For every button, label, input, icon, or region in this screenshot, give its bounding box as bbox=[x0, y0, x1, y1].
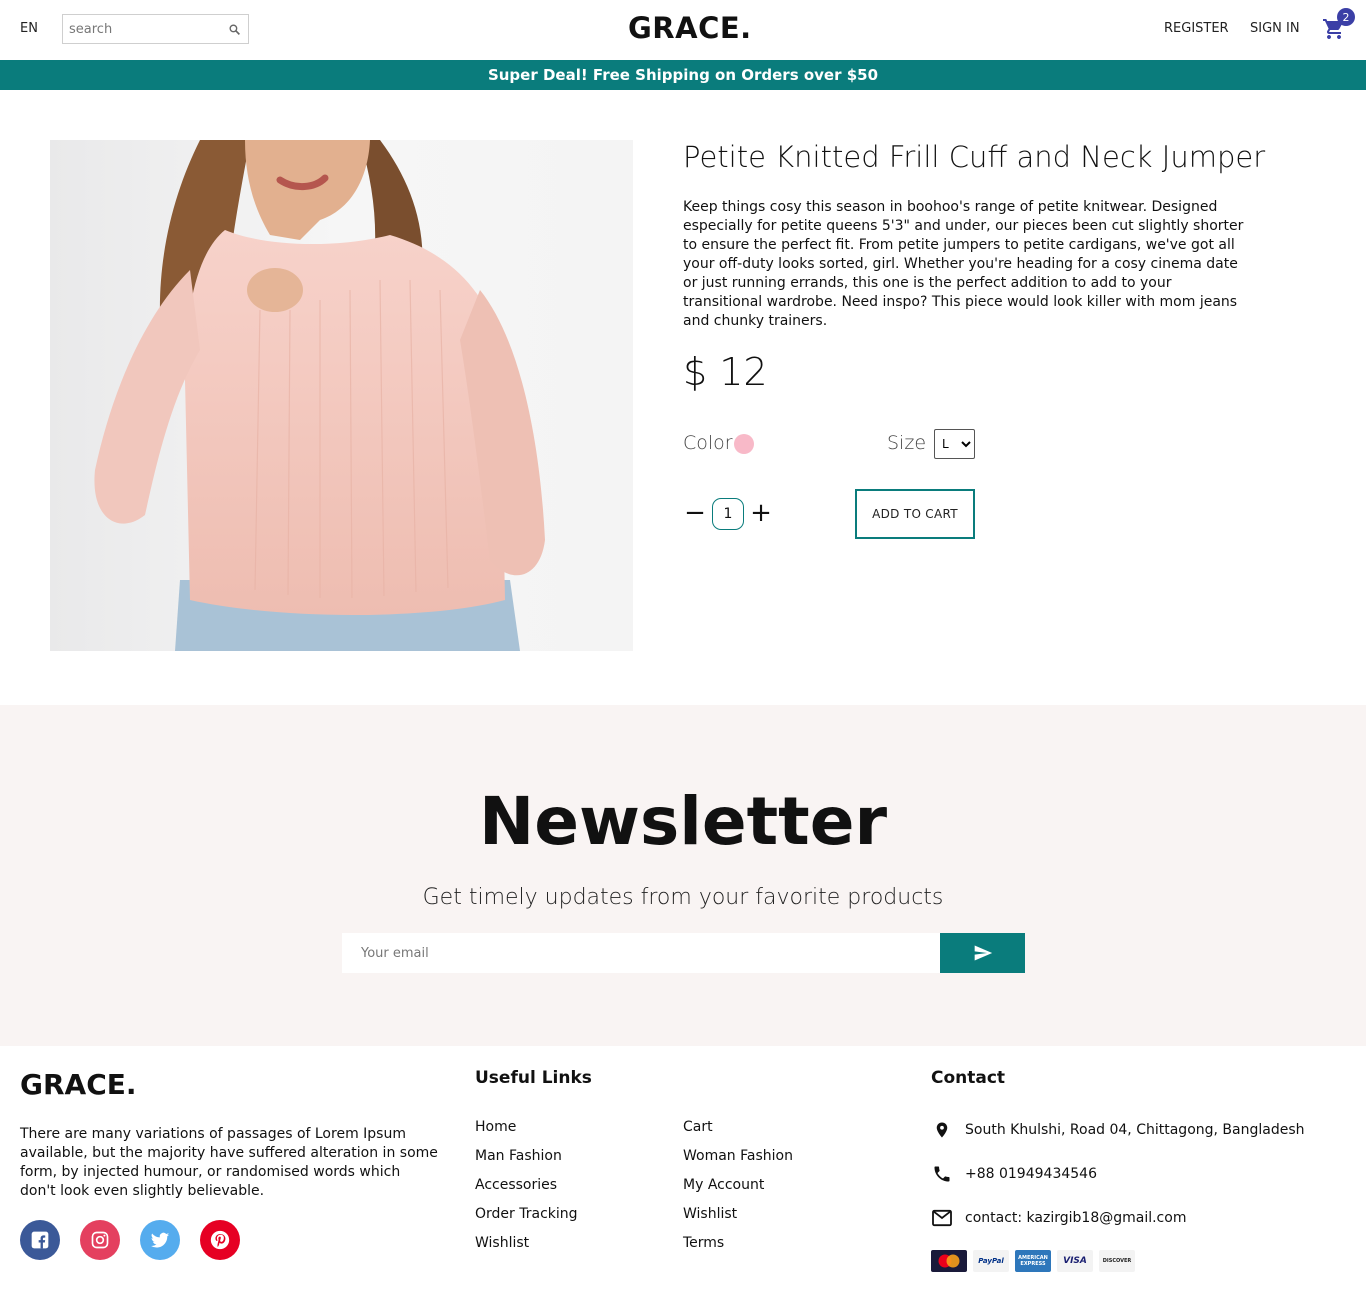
discover-icon: DISCOVER bbox=[1099, 1250, 1135, 1272]
footer-link-home[interactable]: Home bbox=[475, 1119, 516, 1135]
quantity-decrease-button[interactable]: − bbox=[683, 500, 707, 528]
email-text: contact: kazirgib18@gmail.com bbox=[965, 1210, 1187, 1226]
mastercard-icon bbox=[931, 1250, 967, 1272]
instagram-icon bbox=[91, 1231, 109, 1249]
newsletter-send-button[interactable] bbox=[940, 933, 1025, 973]
send-icon bbox=[974, 945, 992, 961]
product-description: Keep things cosy this season in boohoo's… bbox=[683, 199, 1244, 329]
pinterest-button[interactable] bbox=[200, 1220, 240, 1260]
footer-link-accessories[interactable]: Accessories bbox=[475, 1177, 557, 1193]
color-label: Color bbox=[683, 432, 733, 454]
contact-email: contact: kazirgib18@gmail.com bbox=[931, 1207, 1186, 1229]
contact-address: South Khulshi, Road 04, Chittagong, Bang… bbox=[931, 1119, 1305, 1141]
newsletter-title: Newsletter bbox=[478, 783, 888, 860]
facebook-icon bbox=[31, 1231, 49, 1249]
pinterest-icon bbox=[210, 1230, 230, 1250]
twitter-button[interactable] bbox=[140, 1220, 180, 1260]
size-select[interactable]: L bbox=[934, 429, 975, 459]
twitter-icon bbox=[150, 1232, 170, 1248]
footer-link-man-fashion[interactable]: Man Fashion bbox=[475, 1148, 562, 1164]
facebook-button[interactable] bbox=[20, 1220, 60, 1260]
footer-link-terms[interactable]: Terms bbox=[683, 1235, 724, 1251]
product-title: Petite Knitted Frill Cuff and Neck Jumpe… bbox=[683, 140, 1266, 174]
footer-link-wishlist[interactable]: Wishlist bbox=[475, 1235, 529, 1251]
language-selector[interactable]: EN bbox=[20, 21, 38, 36]
contact-heading: Contact bbox=[931, 1068, 1006, 1088]
search-box[interactable] bbox=[62, 14, 249, 44]
useful-links-heading: Useful Links bbox=[475, 1068, 592, 1088]
footer-link-wishlist-2[interactable]: Wishlist bbox=[683, 1206, 737, 1222]
navbar: EN GRACE. REGISTER SIGN IN 2 bbox=[0, 0, 1366, 60]
product-image bbox=[50, 140, 633, 651]
phone-icon bbox=[931, 1163, 953, 1185]
mail-icon bbox=[931, 1207, 953, 1229]
footer-link-my-account[interactable]: My Account bbox=[683, 1177, 764, 1193]
address-text: South Khulshi, Road 04, Chittagong, Bang… bbox=[965, 1122, 1305, 1138]
visa-icon: VISA bbox=[1057, 1250, 1093, 1272]
size-label: Size bbox=[887, 432, 927, 454]
color-swatch-pink[interactable] bbox=[734, 434, 754, 454]
cart-button[interactable]: 2 bbox=[1322, 8, 1355, 44]
footer: GRACE. There are many variations of pass… bbox=[0, 1046, 1366, 1297]
payment-methods: PayPal AMERICAN EXPRESS VISA DISCOVER bbox=[931, 1250, 1135, 1272]
footer-link-order-tracking[interactable]: Order Tracking bbox=[475, 1206, 578, 1222]
announcement-bar: Super Deal! Free Shipping on Orders over… bbox=[0, 60, 1366, 90]
newsletter-section: Newsletter Get timely updates from your … bbox=[0, 705, 1366, 1046]
quantity-value: 1 bbox=[712, 498, 744, 530]
paypal-icon: PayPal bbox=[973, 1250, 1009, 1272]
amex-icon: AMERICAN EXPRESS bbox=[1015, 1250, 1051, 1272]
register-link[interactable]: REGISTER bbox=[1164, 21, 1229, 36]
search-icon[interactable] bbox=[226, 21, 242, 37]
instagram-button[interactable] bbox=[80, 1220, 120, 1260]
location-pin-icon bbox=[931, 1119, 953, 1141]
search-input[interactable] bbox=[69, 21, 226, 37]
newsletter-subtitle: Get timely updates from your favorite pr… bbox=[422, 885, 944, 910]
quantity-increase-button[interactable]: + bbox=[749, 500, 773, 528]
footer-link-woman-fashion[interactable]: Woman Fashion bbox=[683, 1148, 793, 1164]
footer-link-cart[interactable]: Cart bbox=[683, 1119, 713, 1135]
sign-in-link[interactable]: SIGN IN bbox=[1250, 21, 1300, 36]
phone-text: +88 01949434546 bbox=[965, 1166, 1097, 1182]
footer-logo: GRACE. bbox=[20, 1068, 137, 1101]
contact-phone: +88 01949434546 bbox=[931, 1163, 1097, 1185]
footer-description: There are many variations of passages of… bbox=[20, 1126, 438, 1199]
newsletter-email-input[interactable] bbox=[342, 933, 940, 973]
cart-count-badge: 2 bbox=[1337, 8, 1355, 26]
logo[interactable]: GRACE. bbox=[628, 11, 752, 45]
product-price: $ 12 bbox=[683, 350, 768, 394]
add-to-cart-button[interactable]: ADD TO CART bbox=[855, 489, 975, 539]
